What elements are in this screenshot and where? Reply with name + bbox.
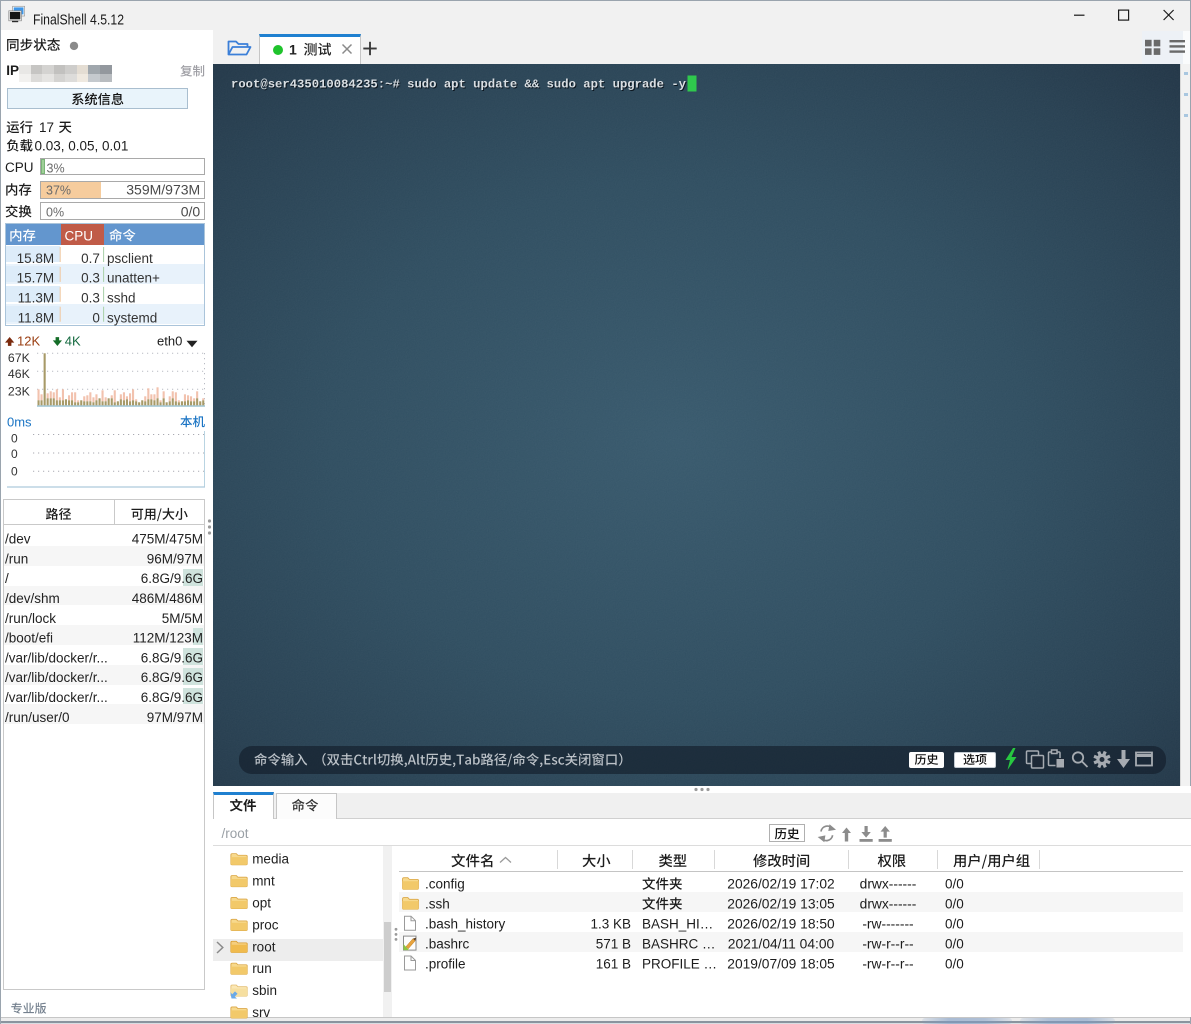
svg-text:BASHRC …: BASHRC … xyxy=(642,936,716,951)
svg-text:0/0: 0/0 xyxy=(181,204,201,220)
svg-text:11.8M: 11.8M xyxy=(18,311,55,326)
svg-text:.bashrc: .bashrc xyxy=(425,936,470,951)
svg-text:/var/lib/docker/r...: /var/lib/docker/r... xyxy=(5,670,108,685)
svg-text:CPU: CPU xyxy=(5,160,34,175)
svg-text:srv: srv xyxy=(252,1005,270,1020)
svg-text:0.7: 0.7 xyxy=(81,251,100,266)
svg-text:IP: IP xyxy=(6,63,19,78)
svg-text:0/0: 0/0 xyxy=(945,897,964,912)
svg-text:46K: 46K xyxy=(8,367,31,381)
svg-text:0.03, 0.05, 0.01: 0.03, 0.05, 0.01 xyxy=(35,138,129,153)
svg-text:.config: .config xyxy=(425,877,465,892)
svg-text:root@ser435010084235:~# sudo a: root@ser435010084235:~# sudo apt update … xyxy=(231,78,687,92)
svg-text:/var/lib/docker/r...: /var/lib/docker/r... xyxy=(5,650,108,665)
svg-text:PROFILE …: PROFILE … xyxy=(642,956,717,971)
svg-text:psclient: psclient xyxy=(107,251,153,266)
svg-text:475M/475M: 475M/475M xyxy=(132,532,203,547)
svg-text:0/0: 0/0 xyxy=(945,917,964,932)
svg-text:.ssh: .ssh xyxy=(425,897,450,912)
svg-text:proc: proc xyxy=(252,917,279,932)
svg-text:drwx------: drwx------ xyxy=(860,877,917,892)
svg-text:0/0: 0/0 xyxy=(945,936,964,951)
svg-text:67K: 67K xyxy=(8,351,31,365)
svg-text:0: 0 xyxy=(11,465,18,479)
svg-text:/dev/shm: /dev/shm xyxy=(5,591,60,606)
svg-text:opt: opt xyxy=(252,896,271,911)
svg-text:drwx------: drwx------ xyxy=(860,897,917,912)
svg-text:/var/lib/docker/r...: /var/lib/docker/r... xyxy=(5,690,108,705)
svg-text:/root: /root xyxy=(222,826,249,841)
svg-text:4K: 4K xyxy=(65,333,81,348)
svg-text:/run/lock: /run/lock xyxy=(5,611,56,626)
svg-text:eth0: eth0 xyxy=(157,334,182,349)
svg-text:5M/5M: 5M/5M xyxy=(162,611,203,626)
svg-text:0: 0 xyxy=(92,311,100,326)
svg-text:/dev: /dev xyxy=(5,532,31,547)
svg-text:.bash_history: .bash_history xyxy=(425,917,506,932)
svg-text:CPU: CPU xyxy=(65,229,94,244)
svg-text:161 B: 161 B xyxy=(596,956,631,971)
svg-text:-rw-------: -rw------- xyxy=(862,917,913,932)
svg-text:17: 17 xyxy=(39,120,54,135)
svg-text:15.7M: 15.7M xyxy=(17,271,55,286)
svg-text:6.8G/9.6G: 6.8G/9.6G xyxy=(141,650,203,665)
svg-text:/boot/efi: /boot/efi xyxy=(5,631,53,646)
svg-text:mnt: mnt xyxy=(252,874,275,889)
svg-text:/: / xyxy=(5,571,9,586)
svg-text:run: run xyxy=(252,961,272,976)
svg-text:BASH_HI…: BASH_HI… xyxy=(642,917,713,932)
svg-text:2021/04/11 04:00: 2021/04/11 04:00 xyxy=(728,936,835,951)
svg-text:12K: 12K xyxy=(17,333,40,348)
svg-text:3%: 3% xyxy=(47,161,65,175)
svg-text:root: root xyxy=(252,939,276,954)
svg-text:359M/973M: 359M/973M xyxy=(126,182,200,198)
svg-text:6.8G/9.6G: 6.8G/9.6G xyxy=(141,571,203,586)
svg-text:0.3: 0.3 xyxy=(81,271,100,286)
svg-text:/run: /run xyxy=(5,551,28,566)
svg-text:112M/123M: 112M/123M xyxy=(133,631,203,646)
svg-text:1: 1 xyxy=(289,42,297,58)
svg-text:37%: 37% xyxy=(46,184,71,198)
svg-text:sbin: sbin xyxy=(252,983,277,998)
svg-text:0/0: 0/0 xyxy=(945,956,964,971)
svg-text:-rw-r--r--: -rw-r--r-- xyxy=(862,936,913,951)
svg-text:2019/07/09 18:05: 2019/07/09 18:05 xyxy=(727,956,835,971)
svg-text:0: 0 xyxy=(11,447,18,461)
svg-text:23K: 23K xyxy=(8,384,31,398)
svg-text:unatten+: unatten+ xyxy=(107,271,160,286)
svg-text:sshd: sshd xyxy=(107,291,136,306)
svg-text:2026/02/19 17:02: 2026/02/19 17:02 xyxy=(727,877,834,892)
svg-text:/run/user/0: /run/user/0 xyxy=(5,710,70,725)
svg-text:systemd: systemd xyxy=(107,311,157,326)
svg-text:media: media xyxy=(252,852,289,867)
svg-text:0ms: 0ms xyxy=(7,415,32,430)
svg-text:97M/97M: 97M/97M xyxy=(147,710,203,725)
svg-text:6.8G/9.6G: 6.8G/9.6G xyxy=(141,670,203,685)
svg-text:.profile: .profile xyxy=(425,956,466,971)
svg-text:571 B: 571 B xyxy=(596,936,631,951)
svg-text:2026/02/19 13:05: 2026/02/19 13:05 xyxy=(727,897,835,912)
svg-text:11.3M: 11.3M xyxy=(18,291,55,306)
svg-text:15.8M: 15.8M xyxy=(17,251,55,266)
svg-text:-rw-r--r--: -rw-r--r-- xyxy=(862,956,913,971)
svg-text:0%: 0% xyxy=(46,205,64,219)
svg-text:96M/97M: 96M/97M xyxy=(147,551,203,566)
svg-text:FinalShell 4.5.12: FinalShell 4.5.12 xyxy=(33,13,124,29)
svg-text:2026/02/19 18:50: 2026/02/19 18:50 xyxy=(727,917,835,932)
svg-text:486M/486M: 486M/486M xyxy=(132,591,203,606)
svg-text:0.3: 0.3 xyxy=(81,291,100,306)
svg-text:1.3 KB: 1.3 KB xyxy=(590,917,631,932)
svg-text:0: 0 xyxy=(11,431,18,445)
svg-text:6.8G/9.6G: 6.8G/9.6G xyxy=(141,690,203,705)
svg-text:0/0: 0/0 xyxy=(945,877,964,892)
